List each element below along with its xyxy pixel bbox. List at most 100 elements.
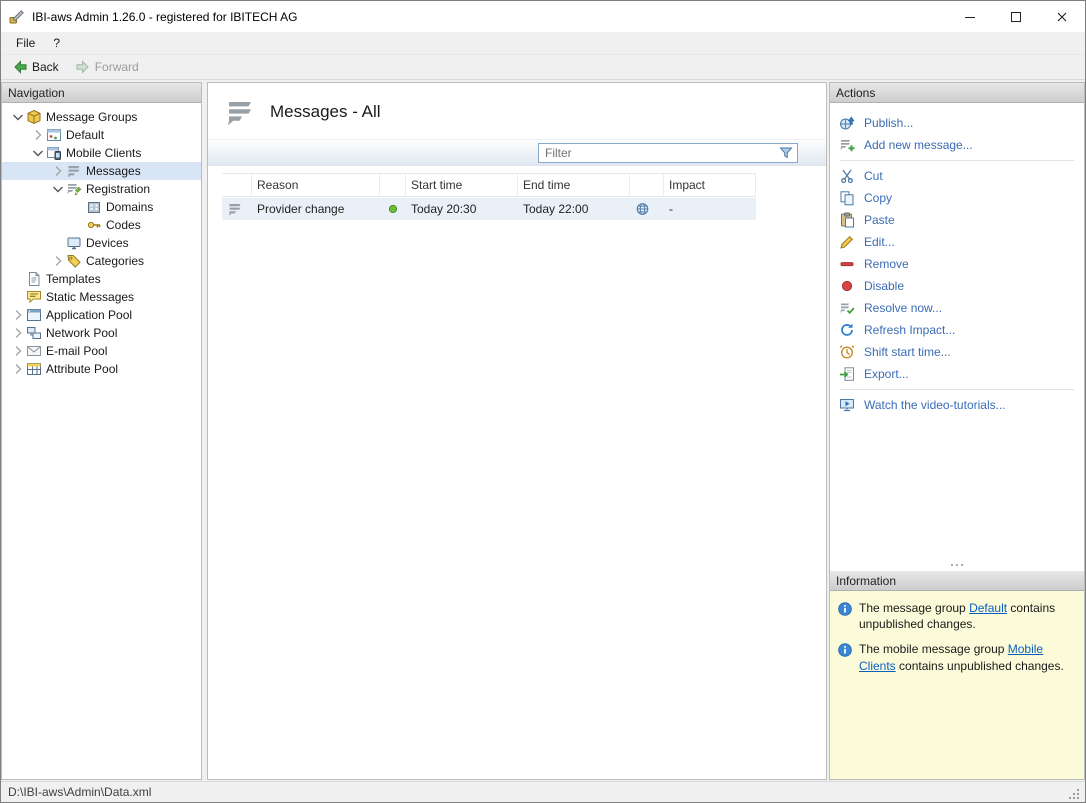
action-add-new-message[interactable]: Add new message...	[839, 134, 1080, 156]
chevron-collapsed-icon[interactable]	[10, 343, 26, 359]
column-header-reason[interactable]: Reason	[252, 174, 380, 196]
close-button[interactable]	[1039, 1, 1085, 32]
action-publish[interactable]: Publish...	[839, 112, 1080, 134]
menu-help[interactable]: ?	[44, 32, 69, 54]
column-header-start-time[interactable]: Start time	[406, 174, 518, 196]
back-arrow-icon	[12, 59, 28, 75]
chevron-collapsed-icon[interactable]	[10, 307, 26, 323]
tree-item-static-messages[interactable]: Static Messages	[2, 288, 201, 306]
tree-item-label: Mobile Clients	[66, 146, 142, 160]
action-remove[interactable]: Remove	[839, 253, 1080, 275]
chevron-collapsed-icon[interactable]	[10, 325, 26, 341]
action-disable[interactable]: Disable	[839, 275, 1080, 297]
tree-item-templates[interactable]: Templates	[2, 270, 201, 288]
actions-divider	[840, 160, 1074, 161]
action-cut[interactable]: Cut	[839, 165, 1080, 187]
table-body: Provider change Today 20:30 Today 22:00 -	[222, 198, 826, 220]
tree-item-application-pool[interactable]: Application Pool	[2, 306, 201, 324]
tree-item-message-groups[interactable]: Message Groups	[2, 108, 201, 126]
action-copy[interactable]: Copy	[839, 187, 1080, 209]
forward-label: Forward	[94, 60, 139, 74]
filter-input[interactable]	[539, 145, 778, 160]
tree-item-messages[interactable]: Messages	[2, 162, 201, 180]
tree-item-label: Templates	[46, 272, 101, 286]
information-header: Information	[830, 571, 1084, 591]
filter-funnel-icon[interactable]	[778, 145, 794, 161]
chevron-expanded-icon[interactable]	[30, 145, 46, 161]
tree-item-categories[interactable]: Categories	[2, 252, 201, 270]
actions-list: Publish... Add new message... Cut Copy Paste…	[830, 103, 1084, 416]
action-shift-start-time[interactable]: Shift start time...	[839, 341, 1080, 363]
application-pool-icon	[26, 307, 42, 323]
chevron-collapsed-icon[interactable]	[50, 253, 66, 269]
menu-file[interactable]: File	[7, 32, 44, 54]
filter-band	[208, 139, 826, 166]
tree-item-devices[interactable]: Devices	[2, 234, 201, 252]
minimize-icon	[962, 9, 978, 25]
action-export[interactable]: Export...	[839, 363, 1080, 385]
tree-item-network-pool[interactable]: Network Pool	[2, 324, 201, 342]
column-header-blank-5[interactable]	[630, 174, 664, 196]
tree-item-label: Network Pool	[46, 326, 118, 340]
message-reason-cell: Provider change	[257, 202, 345, 216]
tree-item-label: Messages	[86, 164, 141, 178]
action-label: Watch the video-tutorials...	[864, 398, 1006, 412]
content: Navigation Message Groups Default Mobile C…	[1, 80, 1085, 781]
column-header-end-time[interactable]: End time	[518, 174, 630, 196]
video-icon	[839, 397, 855, 413]
tree-item-registration[interactable]: Registration	[2, 180, 201, 198]
chevron-expanded-icon[interactable]	[10, 109, 26, 125]
forward-button[interactable]: Forward	[68, 57, 146, 77]
panel-splitter-handle[interactable]	[830, 559, 1084, 571]
tree-item-label: Devices	[86, 236, 129, 250]
chevron-collapsed-icon[interactable]	[10, 361, 26, 377]
column-header-blank-2[interactable]	[380, 174, 406, 196]
maximize-button[interactable]	[993, 1, 1039, 32]
minimize-button[interactable]	[947, 1, 993, 32]
message-status-cell	[380, 198, 406, 220]
tree-item-default[interactable]: Default	[2, 126, 201, 144]
toolbar: Back Forward	[1, 55, 1085, 80]
forward-arrow-icon	[75, 59, 91, 75]
tree-item-domains[interactable]: Domains	[2, 198, 201, 216]
chevron-collapsed-icon[interactable]	[30, 127, 46, 143]
chevron-placeholder	[10, 271, 26, 287]
resolve-icon	[839, 300, 855, 316]
resize-grip-icon[interactable]	[1066, 786, 1082, 802]
information-list: The message group Default contains unpub…	[830, 591, 1084, 779]
tree-item-label: Attribute Pool	[46, 362, 119, 376]
tree-item-attribute-pool[interactable]: Attribute Pool	[2, 360, 201, 378]
action-refresh-impact[interactable]: Refresh Impact...	[839, 319, 1080, 341]
add-message-icon	[839, 137, 855, 153]
chevron-expanded-icon[interactable]	[50, 181, 66, 197]
action-label: Paste	[864, 213, 895, 227]
chevron-placeholder	[50, 235, 66, 251]
export-icon	[839, 366, 855, 382]
message-groups-icon	[26, 109, 42, 125]
action-watch-video-tutorials[interactable]: Watch the video-tutorials...	[839, 394, 1080, 416]
disable-icon	[839, 278, 855, 294]
tree-item-e-mail-pool[interactable]: E-mail Pool	[2, 342, 201, 360]
action-edit[interactable]: Edit...	[839, 231, 1080, 253]
chevron-collapsed-icon[interactable]	[50, 163, 66, 179]
tree-item-label: Domains	[106, 200, 154, 214]
tree-item-mobile-clients[interactable]: Mobile Clients	[2, 144, 201, 162]
paste-icon	[839, 212, 855, 228]
window-controls	[947, 1, 1085, 32]
column-header-blank-0[interactable]	[222, 174, 252, 196]
column-header-impact[interactable]: Impact	[664, 174, 756, 196]
info-text-suffix: contains unpublished changes.	[895, 658, 1064, 673]
info-text: The message group Default contains unpub…	[859, 600, 1073, 632]
info-text-prefix: The message group	[859, 601, 970, 615]
messages-icon	[66, 163, 82, 179]
info-link-default[interactable]: Default	[969, 601, 1007, 615]
action-resolve-now[interactable]: Resolve now...	[839, 297, 1080, 319]
message-row[interactable]: Provider change Today 20:30 Today 22:00 -	[222, 198, 756, 220]
devices-icon	[66, 235, 82, 251]
remove-icon	[839, 256, 855, 272]
statusbar-path: D:\IBI-aws\Admin\Data.xml	[8, 785, 152, 799]
tree-item-codes[interactable]: Codes	[2, 216, 201, 234]
info-text-prefix: The mobile message group	[859, 642, 1008, 657]
back-button[interactable]: Back	[5, 57, 66, 77]
action-paste[interactable]: Paste	[839, 209, 1080, 231]
